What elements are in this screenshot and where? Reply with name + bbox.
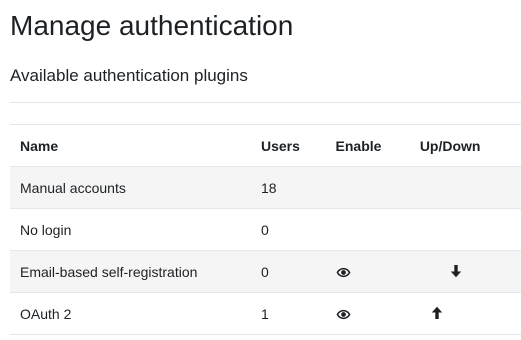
table-row: OAuth 2 1	[10, 292, 521, 335]
manage-authentication-page: Manage authentication Available authenti…	[0, 0, 521, 340]
plugin-users: 1	[250, 292, 326, 335]
plugin-users: 0	[250, 250, 326, 293]
table-row: Email-based self-registration 0	[10, 250, 521, 293]
plugin-users: 18	[250, 166, 326, 209]
updown-cell	[409, 208, 521, 251]
updown-cell	[409, 250, 521, 293]
arrow-up-icon[interactable]	[427, 306, 447, 322]
plugin-name: No login	[10, 208, 251, 251]
plugin-users: 0	[250, 208, 326, 251]
eye-icon[interactable]	[336, 309, 351, 320]
divider	[10, 102, 521, 103]
enable-cell	[325, 292, 410, 335]
arrow-down-icon[interactable]	[446, 264, 466, 280]
plugin-name: Manual accounts	[10, 166, 251, 209]
column-header-enable: Enable	[325, 124, 410, 167]
eye-icon[interactable]	[336, 267, 351, 278]
updown-cell	[409, 292, 521, 335]
enable-cell	[325, 166, 410, 209]
column-header-name: Name	[10, 124, 251, 167]
column-header-updown: Up/Down	[409, 124, 521, 167]
enable-cell	[325, 250, 410, 293]
section-heading: Available authentication plugins	[10, 66, 248, 85]
plugin-name: Email-based self-registration	[10, 250, 251, 293]
plugin-name: OAuth 2	[10, 292, 251, 335]
updown-cell	[409, 166, 521, 209]
page-title: Manage authentication	[10, 10, 294, 41]
table-row: Manual accounts 18	[10, 166, 521, 209]
enable-cell	[325, 208, 410, 251]
table-header-row: Name Users Enable Up/Down	[10, 124, 521, 167]
auth-plugins-table: Name Users Enable Up/Down Manual account…	[10, 124, 521, 335]
table-row: No login 0	[10, 208, 521, 251]
column-header-users: Users	[250, 124, 326, 167]
